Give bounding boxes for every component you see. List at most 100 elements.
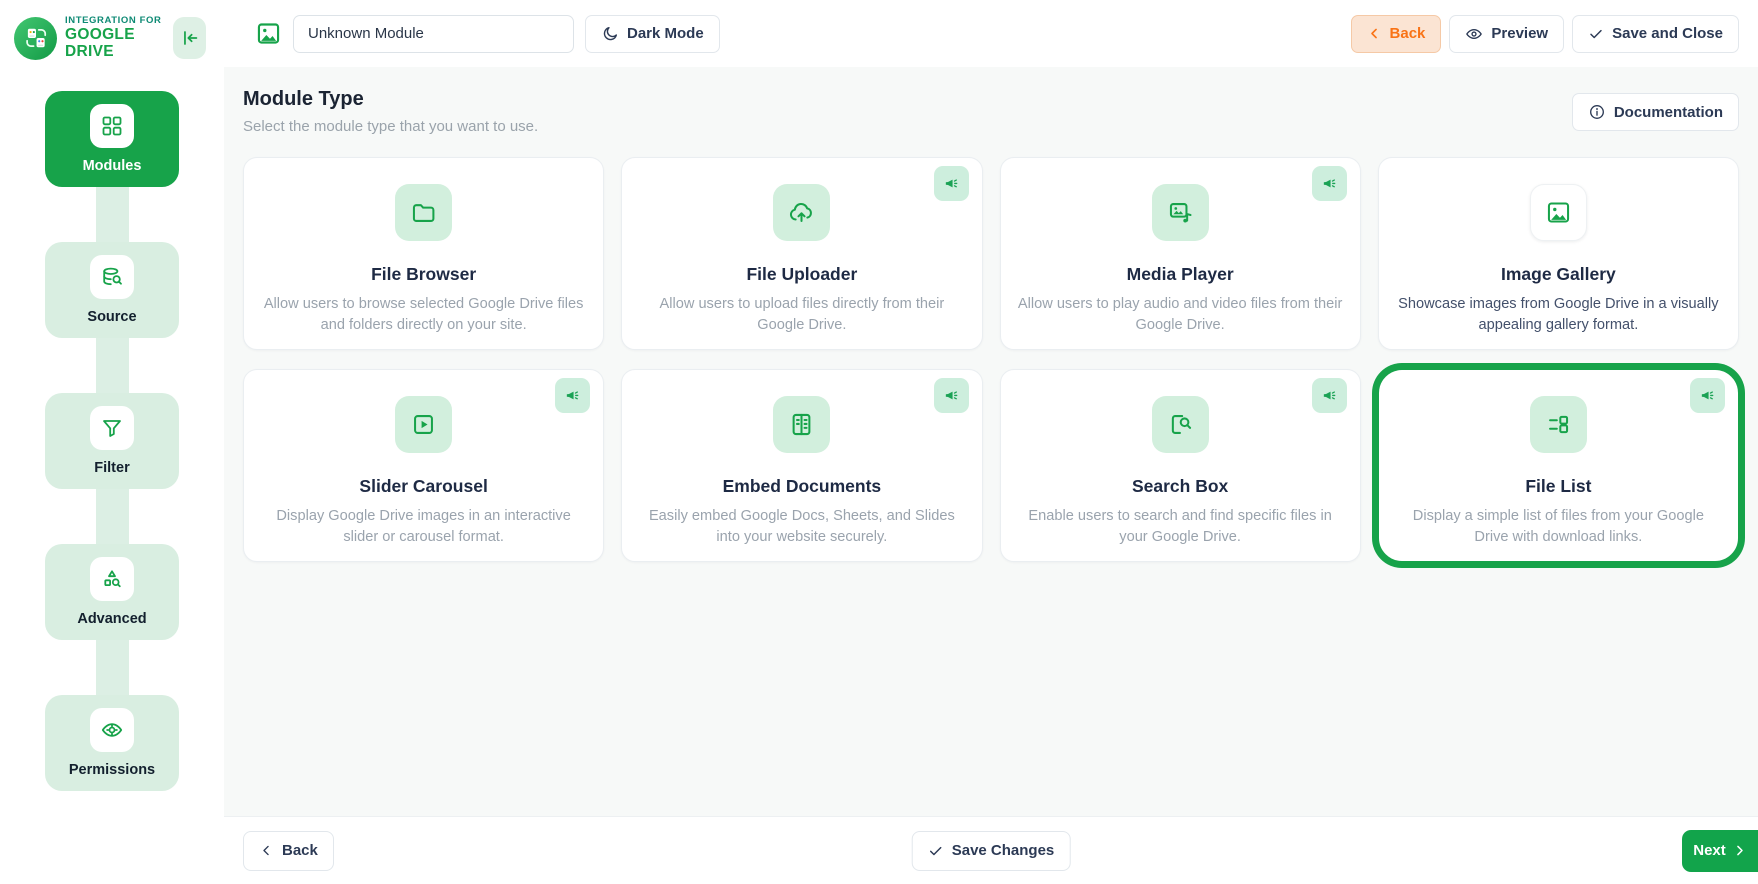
back-button-footer[interactable]: Back [243, 830, 334, 871]
documentation-button[interactable]: Documentation [1571, 93, 1739, 131]
sidebar: INTEGRATION FOR GOOGLE DRIVE Modules Sour… [0, 0, 224, 884]
promo-badge[interactable] [1690, 378, 1725, 413]
file-list-icon [1529, 396, 1587, 453]
module-card-media-player[interactable]: Media Player Allow users to play audio an… [999, 157, 1361, 350]
sidebar-item-label: Modules [82, 157, 142, 174]
sidebar-item-label: Source [87, 308, 137, 325]
dark-mode-button[interactable]: Dark Mode [585, 14, 720, 53]
save-changes-button[interactable]: Save Changes [911, 830, 1071, 871]
funnel-icon [90, 405, 134, 450]
module-card-description: Display Google Drive images in an intera… [276, 508, 571, 545]
save-and-close-button[interactable]: Save and Close [1572, 14, 1739, 53]
topbar: Dark Mode Back [224, 0, 1758, 67]
folder-icon [395, 184, 453, 241]
module-card-description: Allow users to browse selected Google Dr… [263, 296, 584, 333]
sidebar-item-modules[interactable]: Modules [45, 90, 179, 187]
module-card-description: Easily embed Google Docs, Sheets, and Sl… [648, 508, 955, 545]
chevron-left-icon [259, 843, 274, 858]
collapse-arrow-icon [179, 27, 201, 49]
media-player-icon [1151, 184, 1209, 241]
module-card-title: Media Player [1126, 264, 1234, 284]
slider-play-icon [395, 396, 453, 453]
embed-doc-icon [773, 396, 831, 453]
chevron-right-icon [1732, 843, 1747, 858]
module-card-description: Enable users to search and find specific… [1028, 508, 1332, 545]
page-subtitle: Select the module type that you want to … [243, 118, 539, 135]
footer-back-label: Back [282, 842, 318, 859]
promo-badge[interactable] [1311, 378, 1347, 413]
preview-button[interactable]: Preview [1449, 14, 1565, 53]
module-name-input[interactable] [293, 14, 574, 53]
module-card-file-browser[interactable]: File Browser Allow users to browse select… [243, 157, 605, 350]
module-type-grid: File Browser Allow users to browse select… [243, 157, 1739, 562]
google-drive-integration-logo-icon [14, 16, 57, 60]
module-card-title: Search Box [1131, 476, 1229, 496]
save-changes-label: Save Changes [951, 842, 1055, 859]
eye-icon [1465, 25, 1483, 43]
back-top-label: Back [1389, 25, 1426, 42]
sidebar-nav: Modules Source Filter Advanced Permissions [0, 90, 224, 791]
megaphone-icon [1699, 387, 1716, 404]
sidebar-item-filter[interactable]: Filter [45, 392, 179, 489]
cloud-upload-icon [773, 184, 831, 241]
promo-badge[interactable] [1311, 166, 1347, 201]
sidebar-item-label: Filter [94, 459, 130, 476]
sidebar-connector [95, 639, 129, 695]
preview-label: Preview [1491, 25, 1549, 42]
info-icon [1588, 103, 1606, 121]
back-button-top[interactable]: Back [1350, 14, 1442, 53]
module-card-image-gallery[interactable]: Image Gallery Showcase images from Google… [1377, 157, 1739, 350]
save-and-close-label: Save and Close [1612, 25, 1723, 42]
sidebar-connector [95, 488, 129, 544]
next-button[interactable]: Next [1682, 829, 1758, 872]
eye-gear-icon [90, 707, 134, 752]
megaphone-icon [943, 387, 960, 404]
module-card-description: Allow users to upload files directly fro… [659, 296, 945, 333]
database-search-icon [90, 254, 134, 299]
sidebar-item-advanced[interactable]: Advanced [45, 543, 179, 640]
module-card-search-box[interactable]: Search Box Enable users to search and fin… [999, 369, 1361, 562]
sidebar-item-label: Permissions [68, 761, 156, 778]
brand-line1: INTEGRATION FOR [65, 15, 162, 26]
content-area: Module Type Select the module type that … [224, 67, 1758, 816]
app-window: INTEGRATION FOR GOOGLE DRIVE Modules Sour… [0, 0, 1758, 884]
dark-mode-label: Dark Mode [627, 25, 704, 42]
page-title: Module Type [243, 88, 364, 110]
doc-search-icon [1151, 396, 1209, 453]
shapes-search-icon [90, 556, 134, 601]
promo-badge[interactable] [933, 166, 969, 201]
module-card-description: Display a simple list of files from your… [1412, 508, 1704, 545]
collapse-sidebar-button[interactable] [173, 17, 206, 60]
sidebar-item-permissions[interactable]: Permissions [45, 694, 179, 791]
grid-icon [90, 103, 134, 148]
brand-header: INTEGRATION FOR GOOGLE DRIVE [0, 0, 224, 69]
module-card-description: Allow users to play audio and video file… [1017, 296, 1343, 333]
module-card-title: Embed Documents [722, 476, 882, 496]
module-card-title: File List [1525, 476, 1592, 496]
module-card-file-list[interactable]: File List Display a simple list of files … [1377, 369, 1739, 562]
documentation-label: Documentation [1613, 103, 1723, 121]
megaphone-icon [943, 175, 960, 192]
megaphone-icon [1321, 175, 1338, 192]
brand-line2: GOOGLE DRIVE [65, 26, 135, 61]
module-card-file-uploader[interactable]: File Uploader Allow users to upload files… [621, 157, 983, 350]
chevron-left-icon [1367, 26, 1382, 41]
sidebar-item-source[interactable]: Source [45, 241, 179, 338]
next-label: Next [1693, 842, 1726, 859]
module-card-embed-documents[interactable]: Embed Documents Easily embed Google Docs,… [621, 369, 983, 562]
module-card-title: Slider Carousel [359, 476, 488, 496]
module-card-title: File Browser [371, 264, 477, 284]
module-card-title: Image Gallery [1500, 264, 1616, 284]
sidebar-connector [95, 337, 129, 393]
module-card-title: File Uploader [746, 264, 858, 284]
sidebar-connector [95, 186, 129, 242]
promo-badge[interactable] [933, 378, 969, 413]
megaphone-icon [1321, 387, 1338, 404]
moon-icon [601, 25, 619, 43]
module-card-slider-carousel[interactable]: Slider Carousel Display Google Drive imag… [243, 369, 605, 562]
topbar-actions: Back Preview Save and Close [1350, 14, 1739, 53]
promo-badge[interactable] [555, 378, 591, 413]
megaphone-icon [564, 387, 581, 404]
image-icon [1529, 184, 1587, 241]
check-icon [928, 843, 944, 859]
